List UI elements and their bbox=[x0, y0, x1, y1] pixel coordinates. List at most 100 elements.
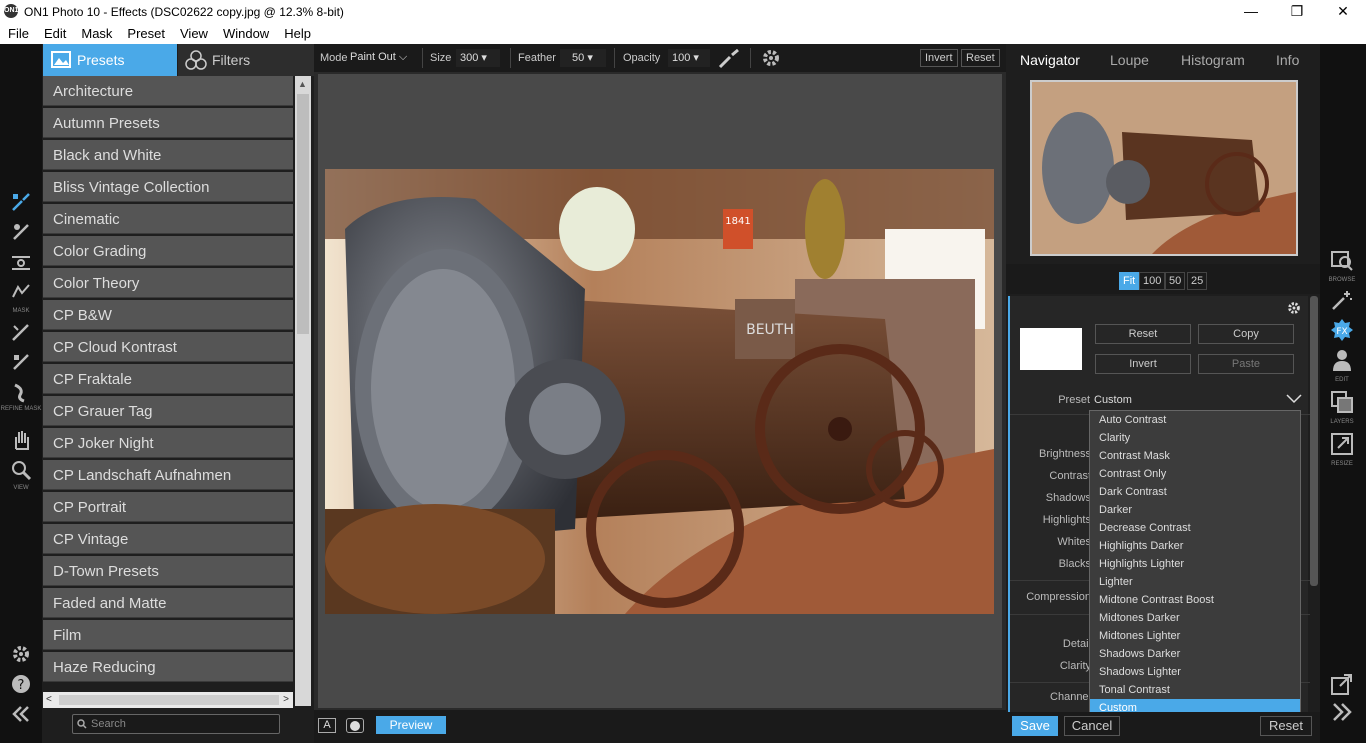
resize-module-button[interactable]: RESIZE bbox=[1322, 432, 1362, 467]
list-item[interactable]: CP B&W bbox=[43, 300, 293, 330]
edit-module-button[interactable]: EDIT bbox=[1322, 348, 1362, 383]
size-dropdown[interactable]: 300 ▾ bbox=[456, 49, 500, 67]
image-canvas[interactable]: 1841 BEUTH bbox=[318, 74, 1002, 708]
h-scroll-thumb[interactable] bbox=[59, 695, 279, 705]
enhance-module-button[interactable] bbox=[1322, 288, 1362, 317]
dropdown-option[interactable]: Tonal Contrast bbox=[1090, 681, 1300, 699]
share-button[interactable] bbox=[1322, 672, 1362, 701]
list-item[interactable]: Bliss Vintage Collection bbox=[43, 172, 293, 202]
photo-locomotive[interactable]: 1841 BEUTH bbox=[325, 169, 994, 614]
menu-help[interactable]: Help bbox=[276, 24, 318, 41]
menu-preset[interactable]: Preset bbox=[119, 24, 172, 41]
collapse-left-button[interactable] bbox=[4, 700, 38, 728]
navigator-thumbnail[interactable] bbox=[1030, 80, 1298, 256]
search-input[interactable]: Search bbox=[72, 714, 280, 734]
dropdown-option[interactable]: Contrast Mask bbox=[1090, 447, 1300, 465]
scroll-up-icon[interactable]: ▲ bbox=[298, 79, 307, 89]
masking-bug-tool[interactable] bbox=[4, 218, 38, 246]
dropdown-option[interactable]: Highlights Darker bbox=[1090, 537, 1300, 555]
invert-button[interactable]: Invert bbox=[1095, 354, 1191, 374]
dropdown-option[interactable]: Midtone Contrast Boost bbox=[1090, 591, 1300, 609]
minimize-button[interactable]: — bbox=[1228, 0, 1274, 24]
menu-view[interactable]: View bbox=[172, 24, 215, 41]
menu-window[interactable]: Window bbox=[215, 24, 276, 41]
masking-brush-tool[interactable] bbox=[4, 188, 38, 216]
browse-module-button[interactable]: BROWSE bbox=[1322, 248, 1362, 283]
layers-module-button[interactable]: LAYERS bbox=[1322, 390, 1362, 425]
hand-tool[interactable] bbox=[4, 426, 38, 454]
dropdown-option[interactable]: Highlights Lighter bbox=[1090, 555, 1300, 573]
blur-tool[interactable] bbox=[4, 378, 38, 406]
dropdown-option[interactable]: Midtones Lighter bbox=[1090, 627, 1300, 645]
list-item[interactable]: D-Town Presets bbox=[43, 556, 293, 586]
copy-button[interactable]: Copy bbox=[1198, 324, 1294, 344]
menu-mask[interactable]: Mask bbox=[73, 24, 119, 41]
zoom-100-button[interactable]: 100 bbox=[1139, 272, 1166, 290]
effects-module-button[interactable]: FX bbox=[1322, 318, 1362, 347]
list-item[interactable]: Black and White bbox=[43, 140, 293, 170]
gear-icon[interactable] bbox=[760, 47, 782, 69]
paste-button[interactable]: Paste bbox=[1198, 354, 1294, 374]
reset-mask-button[interactable]: Reset bbox=[961, 49, 1000, 67]
dropdown-option[interactable]: Shadows Darker bbox=[1090, 645, 1300, 663]
list-item[interactable]: Faded and Matte bbox=[43, 588, 293, 618]
opacity-dropdown[interactable]: 100 ▾ bbox=[668, 49, 710, 67]
zoom-50-button[interactable]: 50 bbox=[1165, 272, 1186, 290]
gear-icon[interactable] bbox=[1286, 300, 1302, 316]
list-item[interactable]: Color Grading bbox=[43, 236, 293, 266]
dropdown-option[interactable]: Clarity bbox=[1090, 429, 1300, 447]
list-item[interactable]: CP Joker Night bbox=[43, 428, 293, 458]
brush-settings-icon[interactable] bbox=[718, 49, 740, 69]
preview-button[interactable]: Preview bbox=[376, 716, 446, 734]
settings-button[interactable] bbox=[4, 640, 38, 668]
preset-horizontal-scrollbar[interactable]: < > bbox=[43, 692, 293, 708]
chisel-tool[interactable] bbox=[4, 348, 38, 376]
scroll-thumb[interactable] bbox=[297, 94, 309, 334]
dropdown-option[interactable]: Contrast Only bbox=[1090, 465, 1300, 483]
invert-mask-button[interactable]: Invert bbox=[920, 49, 958, 67]
list-item[interactable]: Color Theory bbox=[43, 268, 293, 298]
reset-button[interactable]: Reset bbox=[1095, 324, 1191, 344]
save-button[interactable]: Save bbox=[1012, 716, 1058, 736]
list-item[interactable]: CP Portrait bbox=[43, 492, 293, 522]
scroll-right-icon[interactable]: > bbox=[283, 694, 289, 705]
tab-navigator[interactable]: Navigator bbox=[1020, 52, 1080, 68]
gradient-tool[interactable] bbox=[4, 248, 38, 276]
dropdown-option[interactable]: Midtones Darker bbox=[1090, 609, 1300, 627]
feather-dropdown[interactable]: 50 ▾ bbox=[560, 49, 606, 67]
list-item[interactable]: CP Landschaft Aufnahmen bbox=[43, 460, 293, 490]
list-item[interactable]: CP Grauer Tag bbox=[43, 396, 293, 426]
help-button[interactable]: ? bbox=[4, 670, 38, 698]
dropdown-option[interactable]: Auto Contrast bbox=[1090, 411, 1300, 429]
tab-info[interactable]: Info bbox=[1276, 52, 1299, 68]
tab-loupe[interactable]: Loupe bbox=[1110, 52, 1149, 68]
refine-brush-tool[interactable] bbox=[4, 318, 38, 346]
list-item[interactable]: Film bbox=[43, 620, 293, 650]
mask-thumbnail[interactable] bbox=[1020, 328, 1082, 370]
preset-vertical-scrollbar[interactable]: ▲ bbox=[295, 76, 311, 706]
list-item[interactable]: Autumn Presets bbox=[43, 108, 293, 138]
dropdown-option[interactable]: Darker bbox=[1090, 501, 1300, 519]
list-item[interactable]: Architecture bbox=[43, 76, 293, 106]
chevron-down-icon[interactable] bbox=[1286, 392, 1302, 404]
dropdown-option[interactable]: Dark Contrast bbox=[1090, 483, 1300, 501]
maximize-button[interactable]: ❐ bbox=[1274, 0, 1320, 24]
zoom-25-button[interactable]: 25 bbox=[1187, 272, 1208, 290]
list-item[interactable]: CP Cloud Kontrast bbox=[43, 332, 293, 362]
list-item[interactable]: CP Fraktale bbox=[43, 364, 293, 394]
dropdown-option[interactable]: Decrease Contrast bbox=[1090, 519, 1300, 537]
preset-value[interactable]: Custom bbox=[1094, 394, 1132, 406]
menu-edit[interactable]: Edit bbox=[36, 24, 73, 41]
zoom-fit-button[interactable]: Fit bbox=[1119, 272, 1140, 290]
zoom-tool[interactable] bbox=[4, 456, 38, 484]
list-item[interactable]: Cinematic bbox=[43, 204, 293, 234]
mode-dropdown[interactable]: Paint Out ⌵ bbox=[346, 49, 411, 67]
tab-histogram[interactable]: Histogram bbox=[1181, 52, 1245, 68]
reset-all-button[interactable]: Reset bbox=[1260, 716, 1312, 736]
dropdown-option[interactable]: Lighter bbox=[1090, 573, 1300, 591]
collapse-right-button[interactable] bbox=[1322, 700, 1362, 729]
scroll-left-icon[interactable]: < bbox=[46, 694, 52, 705]
dropdown-option[interactable]: Shadows Lighter bbox=[1090, 663, 1300, 681]
lasso-tool[interactable] bbox=[4, 278, 38, 306]
tab-presets[interactable]: Presets bbox=[43, 44, 177, 76]
